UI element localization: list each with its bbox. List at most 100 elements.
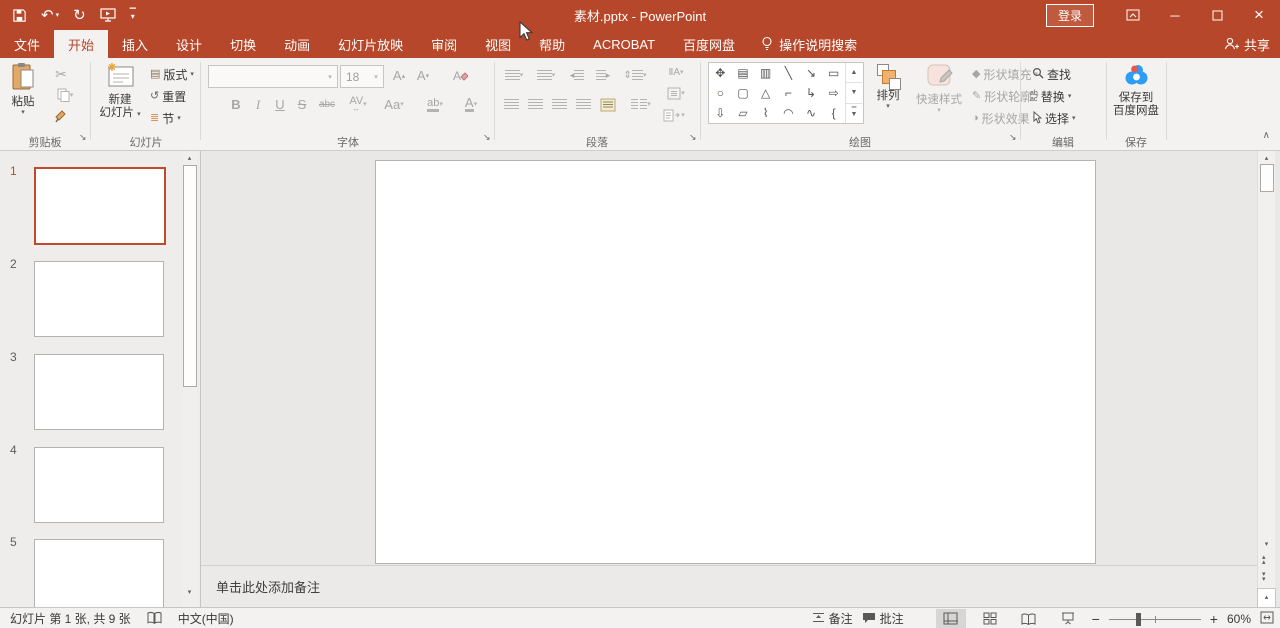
find-button[interactable]: 查找 (1032, 66, 1071, 83)
zoom-in-button[interactable]: + (1210, 611, 1218, 627)
reset-button[interactable]: ↺ 重置 (150, 88, 186, 105)
tab-insert[interactable]: 插入 (108, 30, 162, 58)
quick-styles-button[interactable]: 快速样式 ▾ (912, 62, 966, 114)
thumbnail-scroll-up-icon[interactable]: ▴ (182, 151, 197, 165)
slide-thumbnail-2[interactable] (34, 261, 164, 337)
comments-toggle-button[interactable]: 批注 (862, 610, 904, 627)
drawing-dialog-launcher[interactable]: ↘ (1009, 133, 1017, 142)
shapes-more-button[interactable]: ▔▼ (846, 104, 862, 123)
slide-sorter-view-button[interactable] (975, 609, 1005, 628)
justify-button[interactable] (572, 94, 594, 115)
strikethrough-button[interactable]: S (292, 94, 312, 115)
shape-outline-button[interactable]: ✎ 形状轮廓▾ (972, 88, 1039, 105)
bold-button[interactable]: B (226, 94, 246, 115)
signin-button[interactable]: 登录 (1046, 4, 1094, 27)
slideshow-view-button[interactable] (1053, 609, 1083, 628)
thumbnail-scroll-down-icon[interactable]: ▾ (182, 585, 197, 599)
tab-file[interactable]: 文件 (0, 30, 54, 58)
decrease-indent-button[interactable]: ◂ (566, 65, 588, 86)
format-painter-button[interactable] (48, 106, 74, 126)
shape-down-arrow[interactable]: ⇩ (709, 103, 732, 123)
shapes-scroll-down[interactable]: ▼ (846, 83, 862, 103)
align-center-button[interactable] (524, 94, 546, 115)
shape-rounded-rectangle[interactable]: ▢ (732, 83, 755, 103)
scroll-up-icon[interactable]: ▴ (1259, 151, 1274, 165)
fit-slide-to-window-button[interactable] (1260, 611, 1274, 626)
reading-view-button[interactable] (1014, 609, 1044, 628)
tell-me-search[interactable]: 操作说明搜索 (749, 30, 869, 58)
tab-view[interactable]: 视图 (471, 30, 525, 58)
font-name-combobox[interactable]: ▾ (208, 65, 338, 88)
columns-button[interactable]: ▾ (626, 94, 656, 115)
align-right-button[interactable] (548, 94, 570, 115)
align-text-button[interactable]: ▾ (656, 84, 696, 102)
shape-left-brace[interactable]: { (822, 103, 845, 123)
font-size-combobox[interactable]: 18▾ (340, 65, 384, 88)
normal-view-button[interactable] (936, 609, 966, 628)
cut-button[interactable]: ✂ (48, 64, 74, 84)
numbering-button[interactable]: ▾ (532, 65, 560, 86)
bullets-button[interactable]: ▾ (500, 65, 528, 86)
maximize-button[interactable] (1196, 0, 1238, 30)
previous-slide-button[interactable]: ▴▴ (1262, 555, 1266, 565)
text-shadow-button[interactable]: abc (314, 94, 340, 115)
shape-curve[interactable]: ∿ (800, 103, 823, 123)
accessibility-checker-icon[interactable] (147, 611, 162, 626)
shape-triangle[interactable]: △ (754, 83, 777, 103)
main-scrollbar-thumb[interactable] (1260, 164, 1274, 192)
select-button[interactable]: 选择▾ (1032, 110, 1076, 127)
line-spacing-button[interactable]: ⇕▾ (620, 65, 650, 86)
zoom-level[interactable]: 60% (1227, 612, 1251, 626)
language-status[interactable]: 中文(中国) (178, 610, 234, 627)
tab-home[interactable]: 开始 (54, 30, 108, 58)
close-button[interactable]: × (1238, 0, 1280, 30)
change-case-button[interactable]: Aa▾ (378, 94, 410, 115)
shape-vertical-text-box[interactable]: ▥ (754, 63, 777, 83)
increase-font-size-button[interactable]: A▴ (388, 65, 410, 86)
clipboard-dialog-launcher[interactable]: ↘ (79, 133, 87, 142)
shape-oval[interactable]: ○ (709, 83, 732, 103)
tab-acrobat[interactable]: ACROBAT (579, 30, 669, 58)
shape-arrow[interactable]: ↘ (800, 63, 823, 83)
undo-button[interactable]: ↶▾ (41, 8, 59, 23)
next-slide-button[interactable]: ▾▾ (1262, 572, 1266, 582)
tab-review[interactable]: 审阅 (417, 30, 471, 58)
tab-baidu-netdisk[interactable]: 百度网盘 (669, 30, 749, 58)
font-dialog-launcher[interactable]: ↘ (483, 133, 491, 142)
paste-button[interactable]: 粘贴 ▾ (4, 62, 42, 116)
slide-thumbnail-3[interactable] (34, 354, 164, 430)
tab-design[interactable]: 设计 (162, 30, 216, 58)
slide-canvas[interactable] (375, 160, 1096, 564)
replace-button[interactable]: abac 替换▾ (1030, 88, 1071, 105)
save-icon[interactable] (12, 8, 27, 23)
notes-pane[interactable]: 单击此处添加备注 (201, 565, 1257, 608)
save-to-baidu-button[interactable]: 保存到 百度网盘 (1110, 62, 1162, 118)
shape-line[interactable]: ╲ (777, 63, 800, 83)
new-slide-button[interactable]: 新建 幻灯片 ▾ (96, 62, 144, 120)
customize-qat-icon[interactable]: ▔▾ (130, 11, 136, 19)
convert-to-smartart-button[interactable]: ▾ (652, 104, 696, 126)
shape-effects-button[interactable]: ◑ 形状效果▾ (972, 110, 1036, 127)
underline-button[interactable]: U (270, 94, 290, 115)
character-spacing-button[interactable]: AV↔▾ (342, 94, 374, 115)
shape-scribble[interactable]: ⌇ (754, 103, 777, 123)
italic-button[interactable]: I (248, 94, 268, 115)
shape-text-box[interactable]: ▤ (732, 63, 755, 83)
zoom-slider-thumb[interactable] (1136, 613, 1141, 626)
main-scrollbar[interactable]: ▴ ▾ ▴▴ ▾▾ (1257, 151, 1275, 588)
distribute-button[interactable] (596, 94, 620, 115)
shape-move[interactable]: ✥ (709, 63, 732, 83)
decrease-font-size-button[interactable]: A▾ (412, 65, 434, 86)
shapes-scroll-up[interactable]: ▲ (846, 63, 862, 83)
shape-right-arrow[interactable]: ⇨ (822, 83, 845, 103)
notes-toggle-button[interactable]: 备注 (812, 610, 853, 627)
thumbnail-scrollbar-thumb[interactable] (183, 165, 197, 387)
shape-rectangle[interactable]: ▭ (822, 63, 845, 83)
paragraph-dialog-launcher[interactable]: ↘ (689, 133, 697, 142)
clear-formatting-button[interactable]: A (448, 65, 472, 86)
section-button[interactable]: ≣ 节▾ (150, 110, 181, 127)
shape-elbow-arrow-connector[interactable]: ↳ (800, 83, 823, 103)
copy-button[interactable]: ▾ (48, 85, 82, 105)
slide-thumbnail-1[interactable] (34, 167, 166, 245)
shape-arc[interactable]: ◠ (777, 103, 800, 123)
